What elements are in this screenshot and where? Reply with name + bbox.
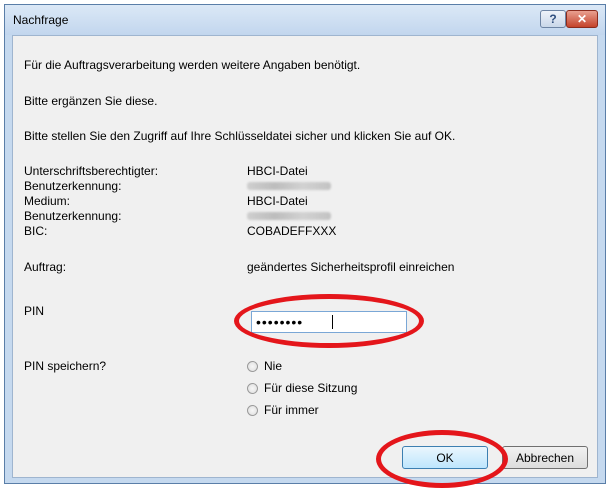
user-id-label-1: Benutzerkennung: xyxy=(24,179,122,193)
dialog-content: Für die Auftragsverarbeitung werden weit… xyxy=(12,35,598,488)
radio-button-icon xyxy=(247,360,258,372)
pin-label: PIN xyxy=(24,304,45,318)
radio-forever-label: Für immer xyxy=(264,403,319,417)
close-icon: ✕ xyxy=(576,12,588,26)
radio-never-label: Nie xyxy=(264,359,283,373)
title-bar[interactable]: Nachfrage ? ✕ xyxy=(5,5,605,35)
signatory-value: HBCI-Datei xyxy=(247,164,308,178)
help-button[interactable]: ? xyxy=(540,10,566,28)
redacted-user-id-2 xyxy=(247,212,331,220)
ok-button-label: OK xyxy=(436,450,454,465)
medium-label: Medium: xyxy=(24,194,71,208)
order-value: geändertes Sicherheitsprofil einreichen xyxy=(247,260,455,274)
message-line-1: Für die Auftragsverarbeitung werden weit… xyxy=(24,58,361,72)
radio-button-icon xyxy=(247,382,258,394)
radio-this-session[interactable]: Für diese Sitzung xyxy=(247,381,357,395)
radio-forever[interactable]: Für immer xyxy=(247,403,319,417)
bic-label: BIC: xyxy=(24,224,48,238)
ok-button[interactable]: OK xyxy=(402,446,488,469)
message-line-3: Bitte stellen Sie den Zugriff auf Ihre S… xyxy=(24,129,456,143)
redacted-user-id-1 xyxy=(247,182,331,190)
signatory-label: Unterschriftsberechtigter: xyxy=(24,164,159,178)
pin-input[interactable] xyxy=(251,311,407,333)
order-label: Auftrag: xyxy=(24,260,67,274)
help-icon: ? xyxy=(549,12,557,26)
save-pin-label: PIN speichern? xyxy=(24,359,107,373)
bic-value: COBADEFFXXX xyxy=(247,224,337,238)
close-button[interactable]: ✕ xyxy=(566,10,598,28)
medium-value: HBCI-Datei xyxy=(247,194,308,208)
text-caret xyxy=(332,315,333,329)
message-line-2: Bitte ergänzen Sie diese. xyxy=(24,94,158,108)
radio-never[interactable]: Nie xyxy=(247,359,282,373)
dialog-window: Nachfrage ? ✕ Für die Auftragsverarbeitu… xyxy=(4,4,606,488)
dialog-title: Nachfrage xyxy=(13,13,69,27)
cancel-button-label: Abbrechen xyxy=(515,450,575,465)
user-id-label-2: Benutzerkennung: xyxy=(24,209,122,223)
cancel-button[interactable]: Abbrechen xyxy=(502,446,588,469)
radio-this-session-label: Für diese Sitzung xyxy=(264,381,358,395)
radio-button-icon xyxy=(247,404,258,416)
